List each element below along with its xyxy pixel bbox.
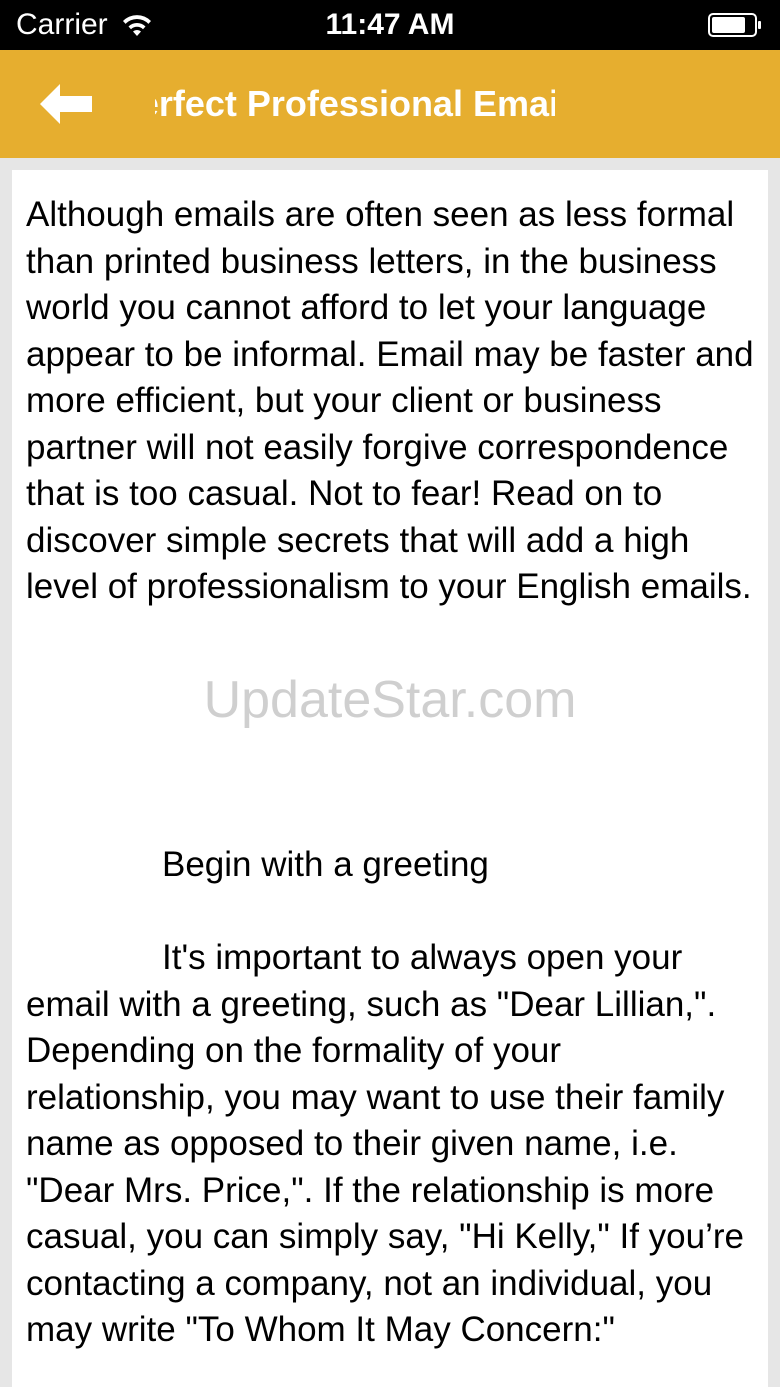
status-time: 11:47 AM (325, 8, 455, 41)
title-marquee: How to Write a Perfect Professional Emai… (155, 72, 555, 136)
page-title: How to Write a Perfect Professional Emai… (155, 83, 555, 124)
article-content[interactable]: Although emails are often seen as less f… (12, 170, 768, 1387)
status-bar: Carrier 11:47 AM (0, 0, 780, 50)
section-paragraph: It's important to always open your email… (26, 938, 744, 1349)
battery-icon (708, 13, 761, 37)
back-arrow-icon[interactable] (30, 74, 100, 134)
intro-paragraph: Although emails are often seen as less f… (26, 195, 754, 606)
navigation-bar: How to Write a Perfect Professional Emai… (0, 50, 780, 158)
watermark: UpdateStar.com (203, 671, 577, 729)
section-heading: Begin with a greeting (162, 845, 489, 884)
